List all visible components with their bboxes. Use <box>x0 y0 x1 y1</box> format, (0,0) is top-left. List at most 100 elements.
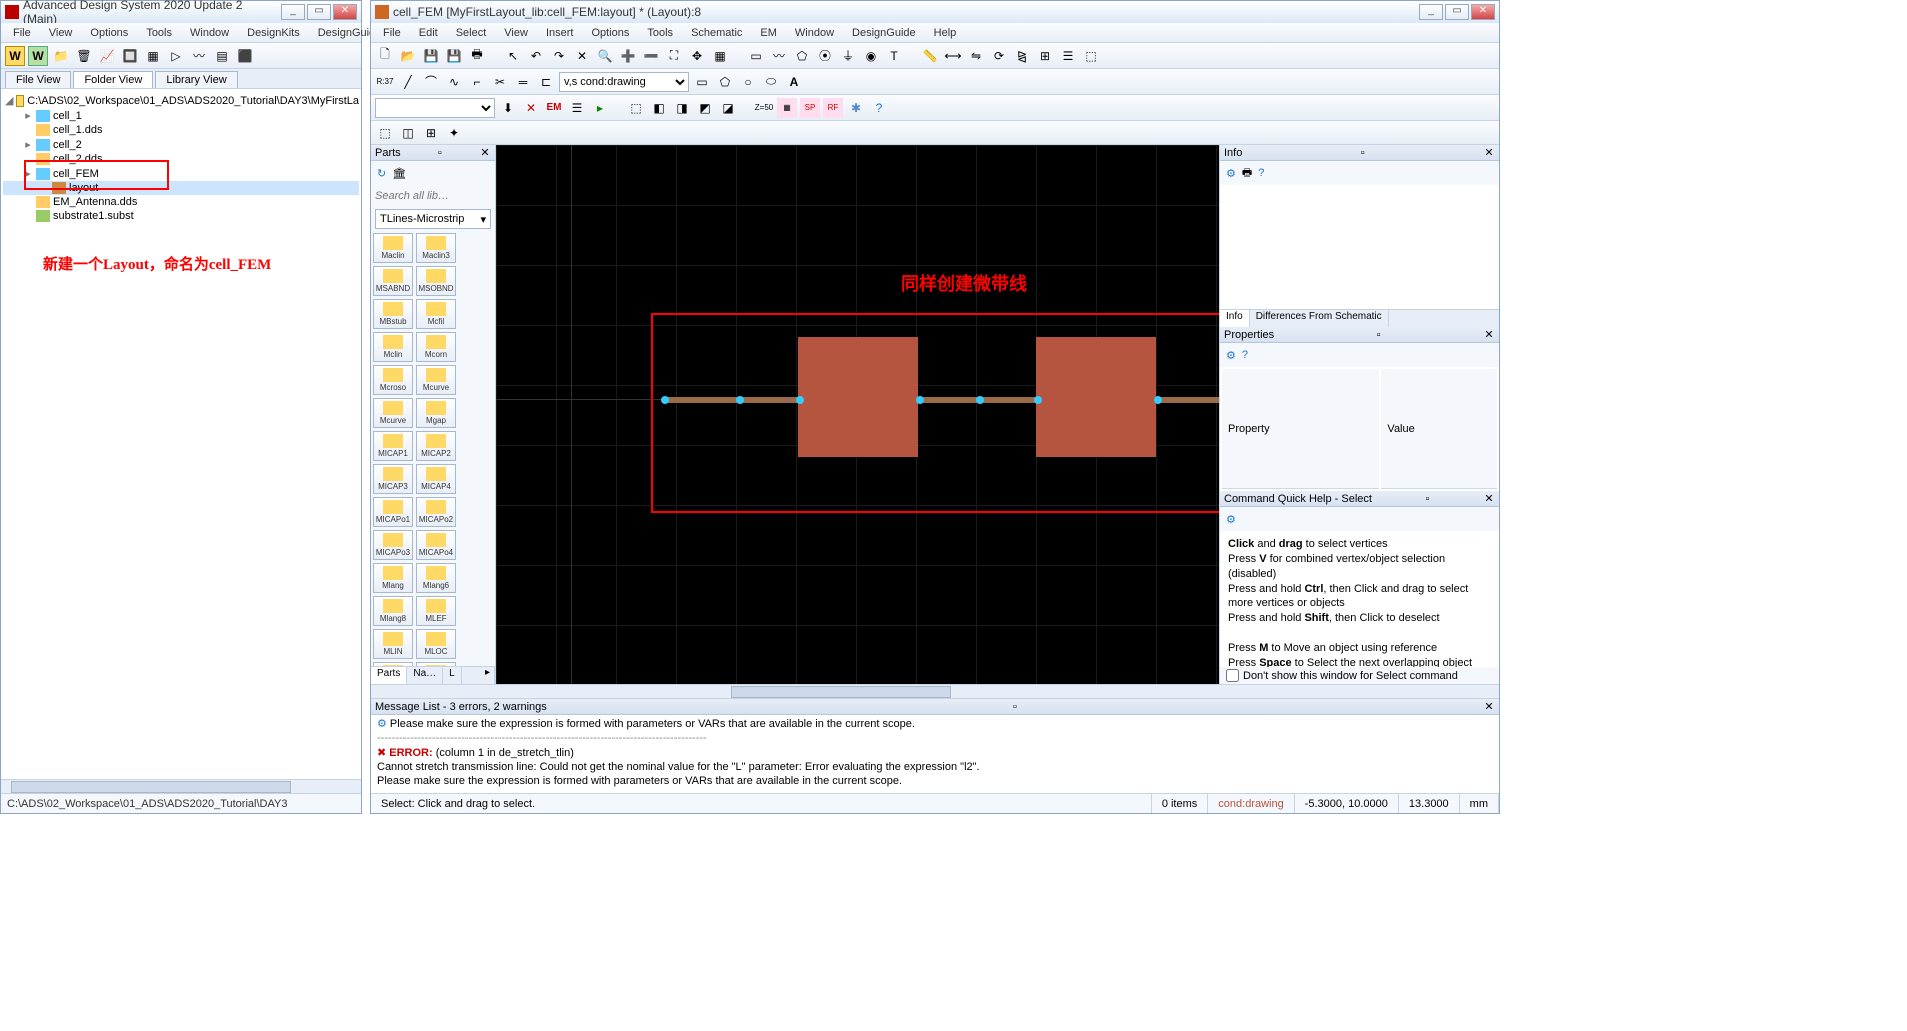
close-button[interactable]: ✕ <box>333 4 357 20</box>
tab-folder-view[interactable]: Folder View <box>73 71 153 88</box>
pan-icon[interactable]: ✥ <box>687 46 707 66</box>
part-MICAP3[interactable]: MICAP3 <box>373 464 413 494</box>
tab-parts[interactable]: Parts <box>371 667 407 684</box>
tool-layout[interactable]: ▦ <box>143 46 163 66</box>
grid-icon[interactable]: ▦ <box>710 46 730 66</box>
main-titlebar[interactable]: Advanced Design System 2020 Update 2 (Ma… <box>1 1 361 23</box>
part-Mcfil[interactable]: Mcfil <box>416 299 456 329</box>
help-close-icon[interactable]: ✕ <box>1483 492 1495 505</box>
rotate-icon[interactable]: ⟳ <box>989 46 1009 66</box>
cursor-icon[interactable]: ↖ <box>503 46 523 66</box>
menu-window[interactable]: Window <box>182 25 237 41</box>
gnd-icon[interactable]: ⏚ <box>838 46 858 66</box>
via-icon[interactable]: ◉ <box>861 46 881 66</box>
props-pin-icon[interactable]: ▫ <box>1373 329 1385 341</box>
arc-icon[interactable]: ⌒ <box>421 72 441 92</box>
layer-select[interactable]: v,s cond:drawing <box>559 72 689 92</box>
layout-minimize-button[interactable]: _ <box>1419 4 1443 20</box>
tree-item-cell_1[interactable]: ▸cell_1 <box>3 108 359 123</box>
tree-item-cell_2[interactable]: ▸cell_2 <box>3 137 359 152</box>
help3-icon[interactable]: ? <box>1242 349 1248 361</box>
tree-root[interactable]: C:\ADS\02_Workspace\01_ADS\ADS2020_Tutor… <box>27 95 359 107</box>
3dcube-icon[interactable]: ⬚ <box>626 98 646 118</box>
folder-icon[interactable]: 📁 <box>51 46 71 66</box>
library-icon[interactable]: 🏛 <box>392 167 406 180</box>
sp1-icon[interactable]: ▦ <box>777 98 797 118</box>
zoomout-icon[interactable]: ➖ <box>641 46 661 66</box>
zoom-icon[interactable]: 🔍 <box>595 46 615 66</box>
part-MICAPo4[interactable]: MICAPo4 <box>416 530 456 560</box>
help2-icon[interactable]: ? <box>1258 167 1264 179</box>
menu-designkits[interactable]: DesignKits <box>239 25 308 41</box>
part-MICAPo2[interactable]: MICAPo2 <box>416 497 456 527</box>
3dview4-icon[interactable]: ◪ <box>718 98 738 118</box>
msg-close-icon[interactable]: ✕ <box>1483 700 1495 713</box>
place-icon[interactable]: ⬇ <box>498 98 518 118</box>
print2-icon[interactable]: 🖶 <box>1242 164 1252 183</box>
stub-1[interactable] <box>798 337 918 457</box>
rf-icon[interactable]: RF <box>823 98 843 118</box>
workspace-tree[interactable]: ◢ C:\ADS\02_Workspace\01_ADS\ADS2020_Tut… <box>1 89 361 779</box>
ruler-icon[interactable]: 📏 <box>920 46 940 66</box>
open-icon[interactable]: 📂 <box>398 46 418 66</box>
menu-view[interactable]: View <box>496 25 536 41</box>
tab-scroll-icon[interactable]: ▸ <box>481 667 495 684</box>
part-Mcurve[interactable]: Mcurve <box>373 398 413 428</box>
tree-hscroll[interactable] <box>1 779 361 793</box>
textA-icon[interactable]: A <box>784 72 804 92</box>
group-icon[interactable]: ⊞ <box>1035 46 1055 66</box>
help-pin-icon[interactable]: ▫ <box>1421 493 1433 505</box>
run-icon[interactable]: ▸ <box>590 98 610 118</box>
sel2-icon[interactable]: ◫ <box>398 123 418 143</box>
pin-j1[interactable] <box>736 396 744 404</box>
part-Maclin3[interactable]: Maclin3 <box>416 233 456 263</box>
pin-j2[interactable] <box>796 396 804 404</box>
props-close-icon[interactable]: ✕ <box>1483 328 1495 341</box>
flip-icon[interactable]: ⇋ <box>966 46 986 66</box>
menu-window[interactable]: Window <box>787 25 842 41</box>
em-icon[interactable]: EM <box>544 98 564 118</box>
saveall-icon[interactable]: 💾 <box>444 46 464 66</box>
part-Mcroso[interactable]: Mcroso <box>373 365 413 395</box>
part-Mgap[interactable]: Mgap <box>416 398 456 428</box>
part-MICAP1[interactable]: MICAP1 <box>373 431 413 461</box>
r37-icon[interactable]: R:37 <box>375 72 395 92</box>
layout-titlebar[interactable]: cell_FEM [MyFirstLayout_lib:cell_FEM:lay… <box>371 1 1499 23</box>
tool-sim[interactable]: 〰 <box>189 46 209 66</box>
tool-plot[interactable]: 📈 <box>97 46 117 66</box>
minimize-button[interactable]: _ <box>281 4 305 20</box>
info-pin-icon[interactable]: ▫ <box>1357 147 1369 159</box>
pin-j5[interactable] <box>1034 396 1042 404</box>
del2-icon[interactable]: ✕ <box>521 98 541 118</box>
part-MLOC[interactable]: MLOC <box>416 629 456 659</box>
part-Mlang8[interactable]: Mlang8 <box>373 596 413 626</box>
tree-item-cell_2-dds[interactable]: cell_2.dds <box>3 152 359 166</box>
history-icon[interactable]: ↻ <box>377 167 386 180</box>
menu-select[interactable]: Select <box>448 25 495 41</box>
part-Maclin[interactable]: Maclin <box>373 233 413 263</box>
menu-schematic[interactable]: Schematic <box>683 25 750 41</box>
tool-stop[interactable]: ⬛ <box>235 46 255 66</box>
subst-icon[interactable]: ☰ <box>567 98 587 118</box>
part-MLEF[interactable]: MLEF <box>416 596 456 626</box>
pin-j6[interactable] <box>1154 396 1162 404</box>
part-Mlang[interactable]: Mlang <box>373 563 413 593</box>
menu-tools[interactable]: Tools <box>138 25 180 41</box>
tree-item-substrate1-subst[interactable]: substrate1.subst <box>3 209 359 223</box>
info-close-icon[interactable]: ✕ <box>1483 146 1495 159</box>
menu-view[interactable]: View <box>41 25 81 41</box>
part-MBstub[interactable]: MBstub <box>373 299 413 329</box>
mirror-icon[interactable]: ⧎ <box>1012 46 1032 66</box>
delete-icon[interactable]: ✕ <box>572 46 592 66</box>
tool-w2[interactable]: W <box>28 46 48 66</box>
tool-play[interactable]: ▷ <box>166 46 186 66</box>
3dview3-icon[interactable]: ◩ <box>695 98 715 118</box>
layout-close-button[interactable]: ✕ <box>1471 4 1495 20</box>
dont-show-checkbox[interactable]: Don't show this window for Select comman… <box>1220 667 1499 684</box>
layout-maximize-button[interactable]: ▭ <box>1445 4 1469 20</box>
polyline-icon[interactable]: ⌐ <box>467 72 487 92</box>
parts-pin-icon[interactable]: ▫ <box>434 147 446 159</box>
poly2-icon[interactable]: ⬠ <box>715 72 735 92</box>
cut-icon[interactable]: ✂ <box>490 72 510 92</box>
3dview1-icon[interactable]: ◧ <box>649 98 669 118</box>
